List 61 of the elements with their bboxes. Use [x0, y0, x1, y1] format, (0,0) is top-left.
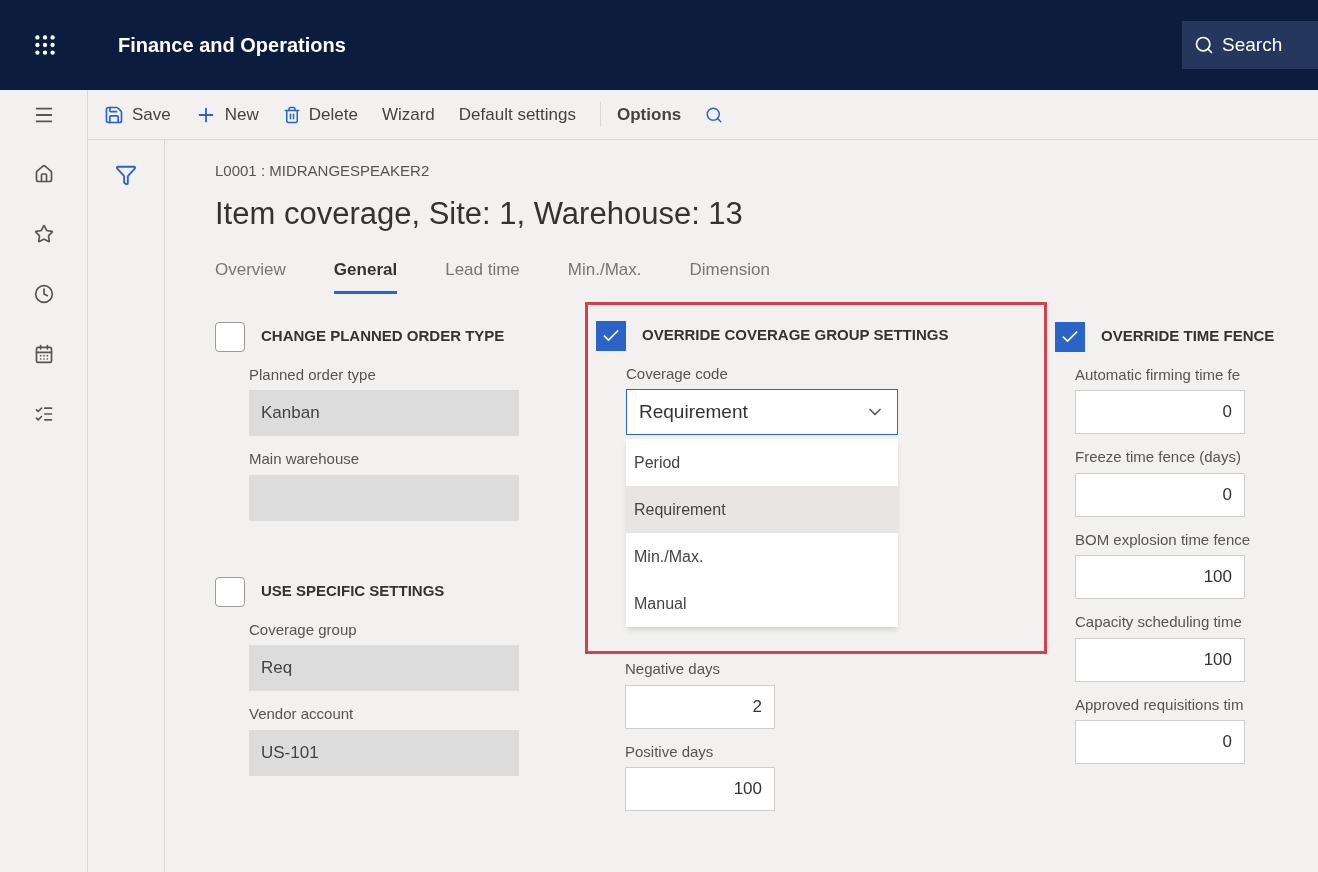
number-field[interactable]: 2 — [625, 684, 775, 729]
checkbox[interactable] — [596, 320, 626, 351]
home-icon[interactable] — [33, 164, 54, 184]
save-icon — [104, 104, 124, 125]
app-launcher-icon[interactable] — [32, 32, 58, 58]
read-only-field[interactable]: US-101 — [249, 729, 519, 776]
field-label: Positive days — [625, 741, 715, 762]
checkbox[interactable] — [215, 576, 245, 607]
number-field[interactable]: 0 — [1075, 390, 1245, 434]
number-field[interactable]: 100 — [1075, 555, 1245, 599]
dropdown-option[interactable]: Manual — [626, 580, 898, 627]
toolbar-button[interactable]: New — [194, 101, 259, 128]
number-field[interactable]: 0 — [1075, 472, 1245, 517]
number-field[interactable]: 0 — [1075, 720, 1245, 764]
group-heading: OVERRIDE TIME FENCE — [1101, 326, 1275, 347]
field-label: Planned order type — [249, 364, 377, 385]
field-label: Approved requisitions tim — [1075, 694, 1245, 715]
tab[interactable]: Dimension — [689, 257, 770, 294]
star-icon[interactable] — [33, 224, 54, 244]
search-field[interactable]: Search — [1182, 21, 1318, 69]
number-field[interactable]: 100 — [1075, 637, 1245, 682]
toolbar-button[interactable]: Delete — [282, 101, 358, 128]
group-heading: CHANGE PLANNED ORDER TYPE — [261, 326, 505, 347]
calendar-icon[interactable] — [33, 344, 54, 364]
toolbar-button[interactable]: Default settings — [458, 101, 576, 128]
dropdown-option[interactable]: Requirement — [626, 486, 898, 533]
toolbar-button[interactable]: Save — [104, 101, 171, 128]
field-label: Vendor account — [249, 704, 355, 724]
tab[interactable]: General — [333, 257, 398, 294]
field-label: Capacity scheduling time — [1075, 612, 1243, 632]
read-only-field[interactable]: Kanban — [249, 390, 519, 436]
checkbox[interactable] — [215, 321, 245, 352]
toolbar-button[interactable]: Wizard — [381, 101, 435, 128]
list-icon[interactable] — [33, 404, 54, 424]
record-caption: L0001 : MIDRANGESPEAKER2 — [215, 161, 431, 181]
field-label: Coverage group — [249, 619, 358, 640]
field-label: Automatic firming time fe — [1075, 364, 1242, 385]
page-title: Item coverage, Site: 1, Warehouse: 13 — [215, 194, 744, 233]
tab[interactable]: Lead time — [445, 257, 520, 294]
clock-icon[interactable] — [33, 284, 54, 304]
filter-icon[interactable] — [115, 164, 137, 186]
app-title: Finance and Operations — [118, 33, 346, 58]
tab[interactable]: Overview — [215, 257, 286, 294]
group-heading: USE SPECIFIC SETTINGS — [261, 581, 445, 602]
search-icon — [1194, 35, 1214, 55]
search-icon[interactable] — [705, 105, 724, 124]
field-label: Main warehouse — [249, 449, 361, 469]
dropdown-option[interactable]: Min./Max. — [626, 533, 898, 580]
number-field[interactable]: 100 — [625, 767, 775, 811]
toolbar-button[interactable]: Options — [600, 101, 682, 128]
tab[interactable]: Min./Max. — [567, 257, 642, 294]
read-only-field[interactable]: Req — [249, 645, 519, 691]
checkbox[interactable] — [1055, 321, 1085, 352]
field-label: Coverage code — [626, 363, 729, 384]
group-heading: OVERRIDE COVERAGE GROUP SETTINGS — [642, 325, 949, 346]
field-label: BOM explosion time fence — [1075, 529, 1252, 550]
field-label: Negative days — [625, 659, 722, 679]
field-label: Freeze time fence (days) — [1075, 447, 1242, 467]
dropdown-option[interactable]: Period — [626, 439, 898, 486]
coverage-code-dropdown[interactable]: Requirement — [626, 389, 898, 435]
delete-icon — [282, 105, 301, 124]
